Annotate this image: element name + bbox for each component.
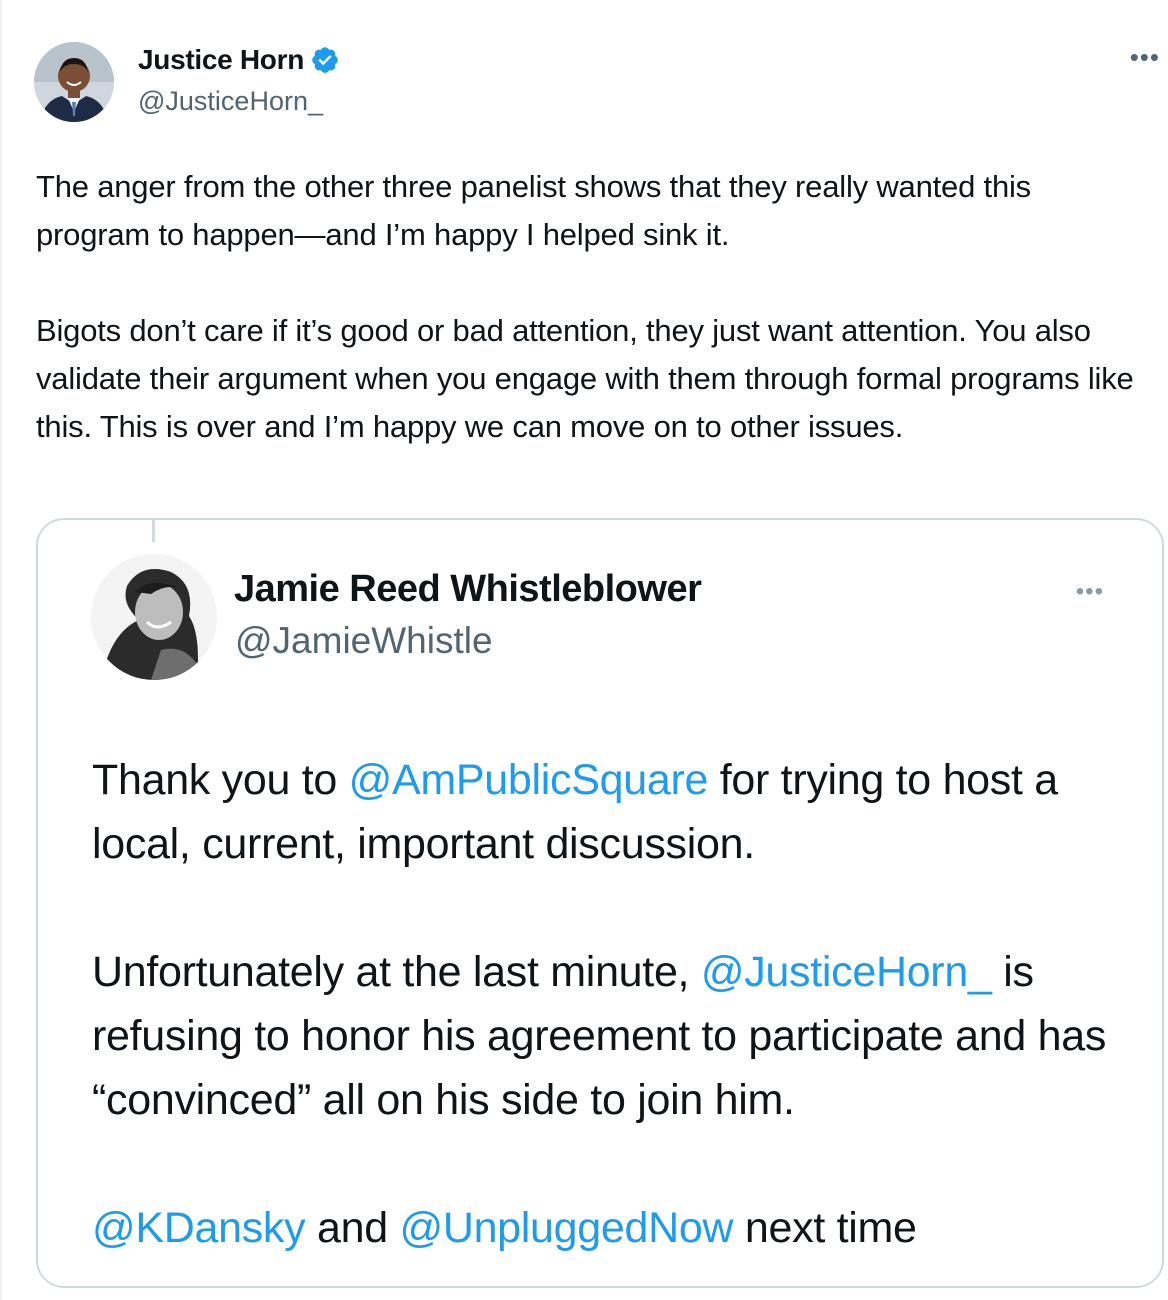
quoted-more-options-icon[interactable]: ••• <box>1076 578 1104 606</box>
author-handle[interactable]: @JusticeHorn_ <box>138 86 323 117</box>
post-text: The anger from the other three panelist … <box>36 169 1134 444</box>
author-name[interactable]: Justice Horn <box>138 44 304 76</box>
quoted-text-segment: Thank you to <box>92 756 349 804</box>
mention-link[interactable]: @AmPublicSquare <box>349 756 709 804</box>
author-name-row: Justice Horn <box>138 44 340 76</box>
quoted-post-text: Thank you to @AmPublicSquare for trying … <box>92 748 1132 1260</box>
left-divider <box>0 0 2 1300</box>
mention-link[interactable]: @UnpluggedNow <box>399 1204 733 1252</box>
quote-thread-line <box>152 520 155 542</box>
quoted-author-name[interactable]: Jamie Reed Whistleblower <box>234 568 702 611</box>
quoted-text-segment: next time <box>733 1204 917 1252</box>
quoted-author-avatar[interactable] <box>91 554 217 680</box>
mention-link[interactable]: @JusticeHorn_ <box>701 948 992 996</box>
quoted-post-card[interactable]: Jamie Reed Whistleblower @JamieWhistle •… <box>36 518 1164 1288</box>
author-avatar[interactable] <box>34 42 114 122</box>
quoted-text-segment: and <box>305 1204 400 1252</box>
quoted-author-handle[interactable]: @JamieWhistle <box>235 620 493 662</box>
mention-link[interactable]: @KDansky <box>92 1204 306 1252</box>
verified-badge-icon[interactable] <box>310 45 340 75</box>
more-options-icon[interactable]: ••• <box>1130 44 1160 70</box>
quoted-text-segment: Unfortunately at the last minute, <box>92 948 701 996</box>
